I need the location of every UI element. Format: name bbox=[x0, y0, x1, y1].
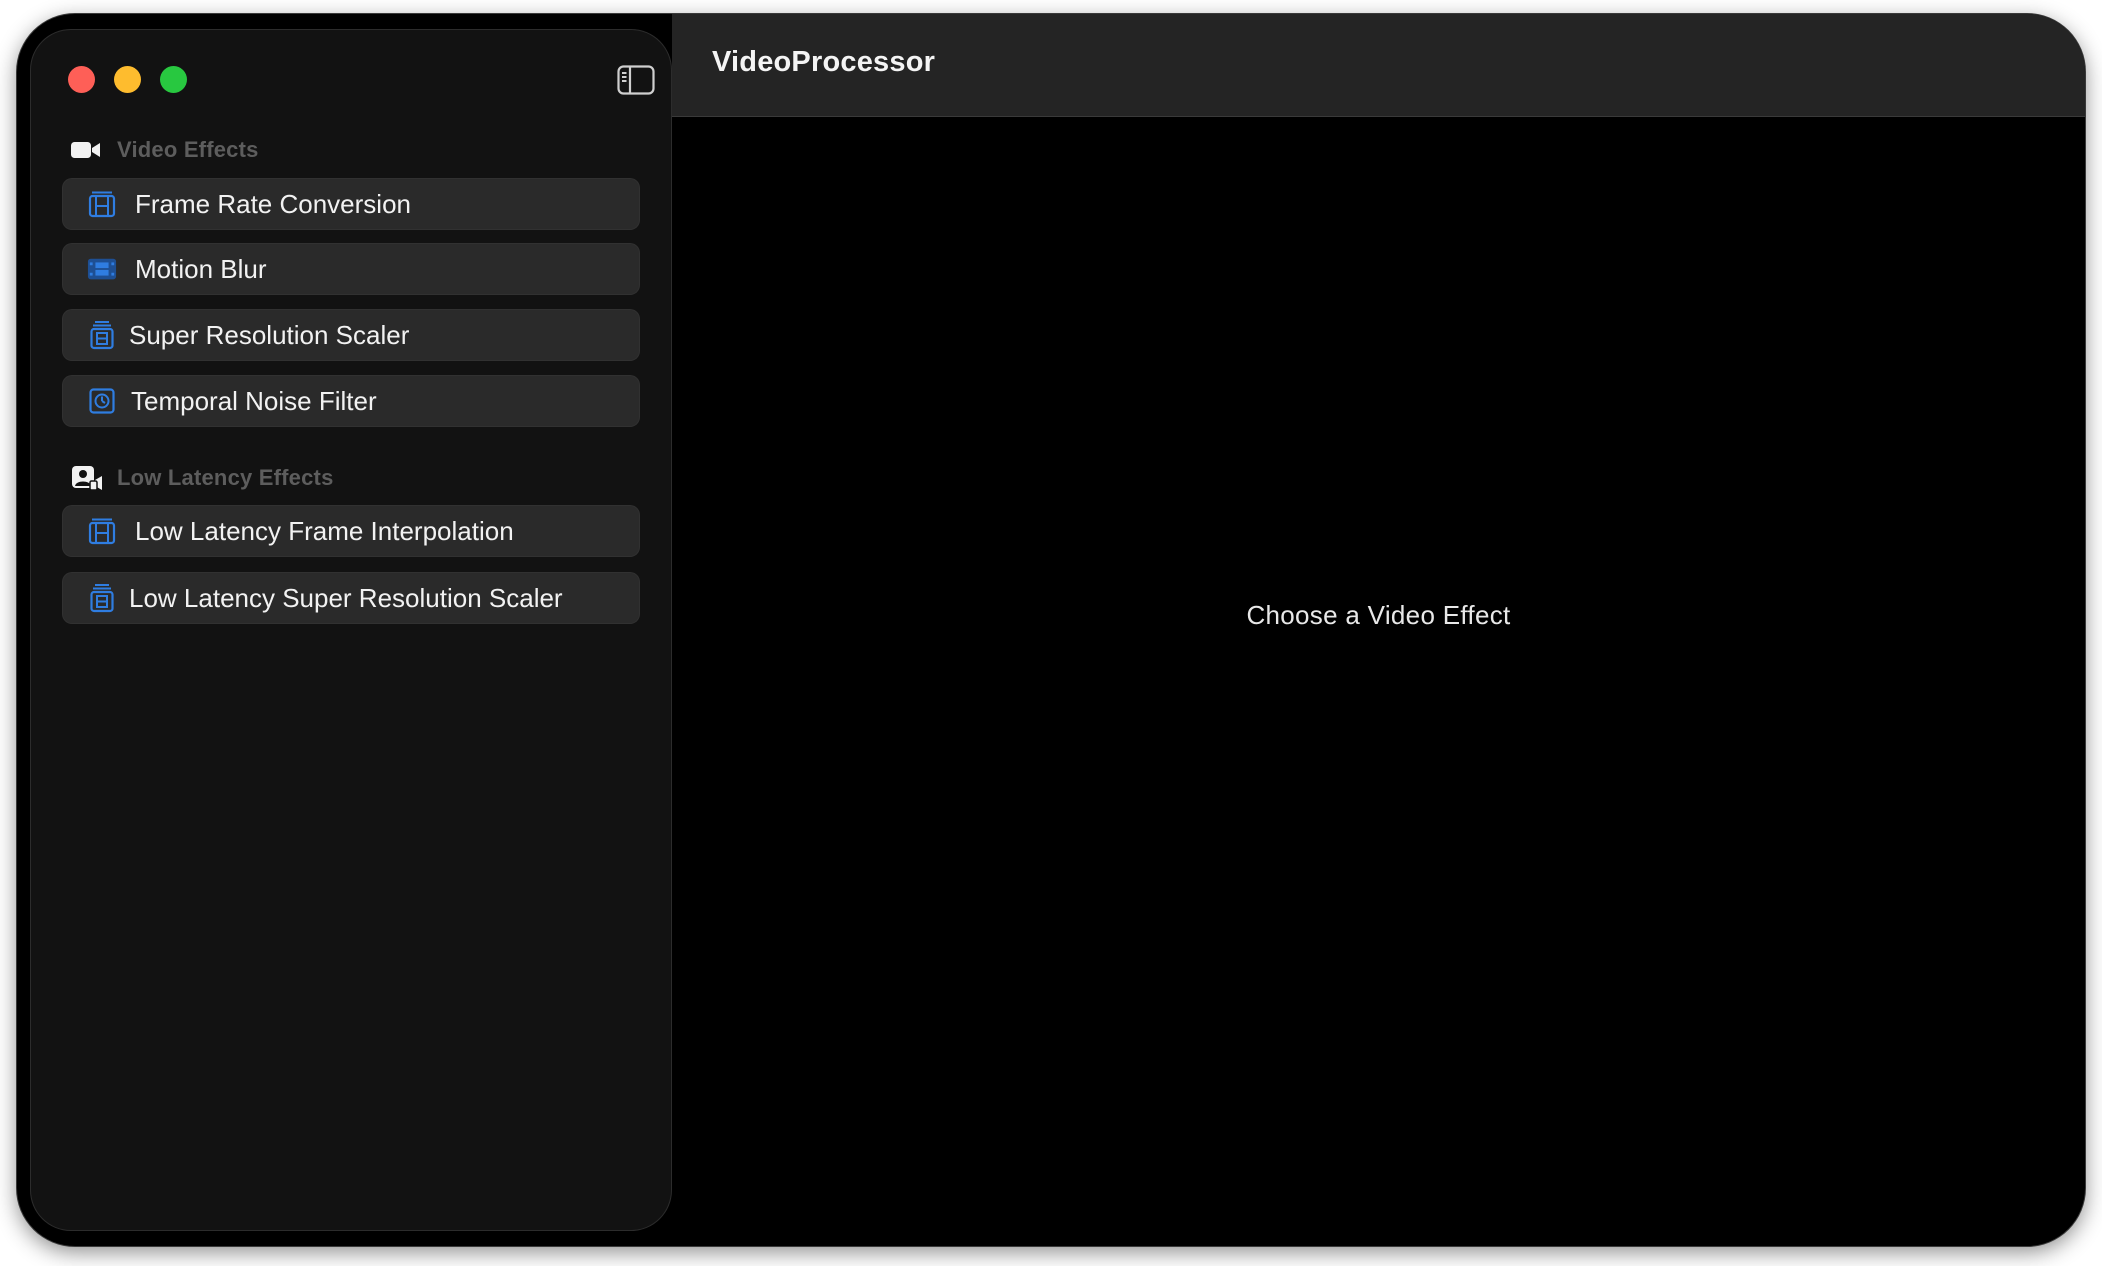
sidebar-item-frame-rate-conversion[interactable]: Frame Rate Conversion bbox=[63, 179, 639, 229]
section-label: Video Effects bbox=[117, 137, 259, 162]
sidebar-item-label: Super Resolution Scaler bbox=[129, 319, 410, 350]
sidebar-item-label: Temporal Noise Filter bbox=[131, 385, 377, 416]
film-strip-icon bbox=[87, 254, 117, 284]
window-title: VideoProcessor bbox=[712, 46, 936, 78]
timer-frame-icon bbox=[87, 386, 117, 416]
film-frames-icon bbox=[87, 516, 117, 546]
sidebar-item-label: Frame Rate Conversion bbox=[135, 188, 411, 219]
app-window: Video Effects Frame Rate Conversion Moti… bbox=[17, 14, 2085, 1246]
sidebar: Video Effects Frame Rate Conversion Moti… bbox=[31, 30, 671, 1230]
sidebar-item-super-resolution-scaler[interactable]: Super Resolution Scaler bbox=[63, 310, 639, 360]
empty-state-message: Choose a Video Effect bbox=[1246, 599, 1511, 630]
sidebar-toggle-icon bbox=[617, 65, 655, 95]
minimize-window-button[interactable] bbox=[114, 66, 141, 93]
sidebar-item-label: Motion Blur bbox=[135, 253, 267, 284]
sidebar-item-label: Low Latency Frame Interpolation bbox=[135, 515, 514, 546]
section-label: Low Latency Effects bbox=[117, 465, 334, 490]
film-stack-icon bbox=[87, 583, 117, 613]
detail-pane: Choose a Video Effect bbox=[672, 117, 2085, 1246]
video-camera-icon bbox=[71, 135, 107, 165]
section-header-low-latency-effects: Low Latency Effects bbox=[71, 462, 334, 494]
film-stack-icon bbox=[87, 320, 117, 350]
sidebar-item-low-latency-super-resolution-scaler[interactable]: Low Latency Super Resolution Scaler bbox=[63, 573, 639, 623]
person-video-icon bbox=[71, 463, 107, 493]
sidebar-item-motion-blur[interactable]: Motion Blur bbox=[63, 244, 639, 294]
sidebar-item-temporal-noise-filter[interactable]: Temporal Noise Filter bbox=[63, 376, 639, 426]
toolbar: VideoProcessor bbox=[672, 14, 2085, 117]
sidebar-item-low-latency-frame-interpolation[interactable]: Low Latency Frame Interpolation bbox=[63, 506, 639, 556]
sidebar-item-label: Low Latency Super Resolution Scaler bbox=[129, 582, 563, 613]
close-window-button[interactable] bbox=[68, 66, 95, 93]
toggle-sidebar-button[interactable] bbox=[616, 64, 656, 96]
film-frames-icon bbox=[87, 189, 117, 219]
zoom-window-button[interactable] bbox=[160, 66, 187, 93]
section-header-video-effects: Video Effects bbox=[71, 134, 259, 166]
